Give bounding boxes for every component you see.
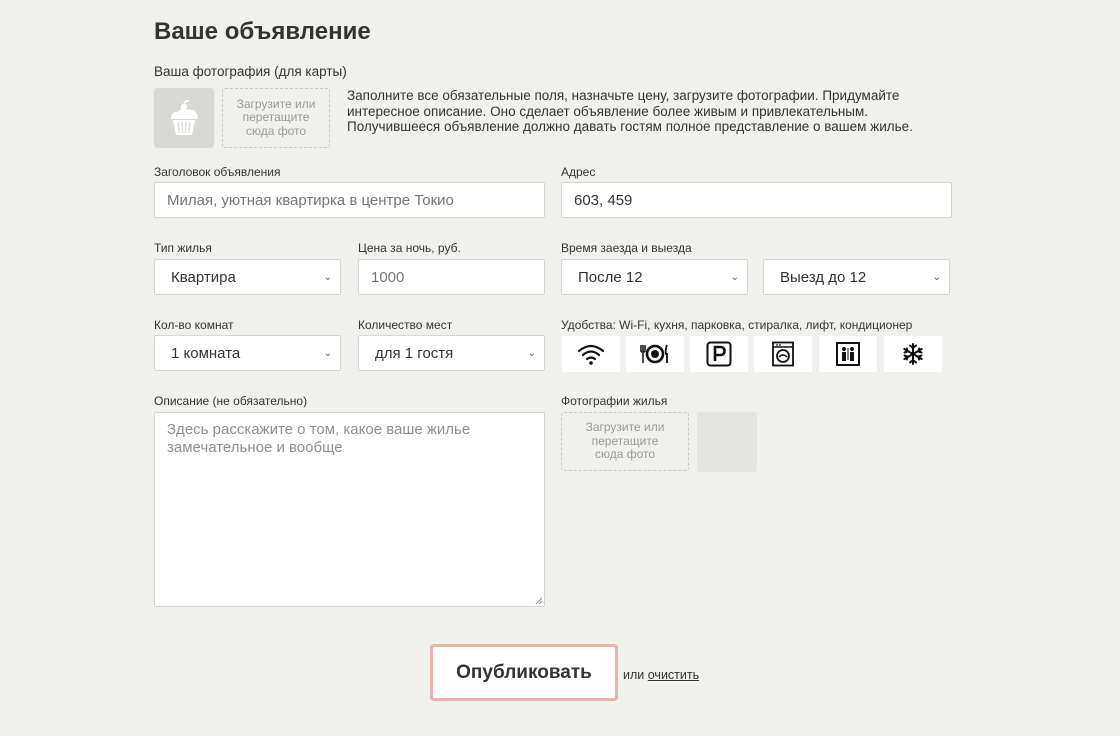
guests-label: Количество мест bbox=[358, 318, 453, 332]
description-textarea[interactable]: Здесь расскажите о том, какое ваше жилье… bbox=[154, 412, 545, 607]
chevron-down-icon: ⌄ bbox=[730, 271, 739, 283]
parking-icon bbox=[706, 341, 732, 367]
checkin-checkout-label: Время заезда и выезда bbox=[561, 241, 692, 255]
checkin-value: После 12 bbox=[578, 268, 643, 286]
listing-title-input[interactable] bbox=[154, 182, 545, 218]
housing-type-value: Квартира bbox=[171, 268, 236, 286]
description-label: Описание (не обязательно) bbox=[154, 394, 308, 408]
dishwasher-icon bbox=[640, 344, 668, 364]
description-placeholder: Здесь расскажите о том, какое ваше жилье… bbox=[167, 421, 471, 456]
photos-upload-text: Загрузите или перетащите сюда фото bbox=[585, 420, 665, 462]
housing-type-select[interactable]: Квартира ⌄ bbox=[154, 259, 341, 295]
housing-type-label: Тип жилья bbox=[154, 241, 212, 255]
avatar-label: Ваша фотография (для карты) bbox=[154, 64, 347, 79]
washer-icon bbox=[772, 341, 794, 367]
photos-upload-dropzone[interactable]: Загрузите или перетащите сюда фото bbox=[561, 412, 689, 471]
publish-button[interactable]: Опубликовать bbox=[430, 644, 618, 701]
price-input[interactable] bbox=[358, 259, 545, 295]
page-title: Ваше объявление bbox=[154, 18, 371, 45]
resize-handle-icon[interactable] bbox=[535, 597, 543, 605]
photos-label: Фотографии жилья bbox=[561, 394, 668, 408]
avatar-preview bbox=[154, 88, 214, 148]
features-label: Удобства: Wi-Fi, кухня, парковка, стирал… bbox=[561, 318, 913, 332]
address-value: 603, 459 bbox=[574, 191, 633, 209]
or-text: или bbox=[623, 668, 645, 682]
address-input[interactable]: 603, 459 bbox=[561, 182, 952, 218]
clear-link[interactable]: очистить bbox=[648, 668, 699, 682]
feature-washer[interactable] bbox=[754, 336, 812, 372]
rooms-value: 1 комната bbox=[171, 344, 241, 362]
clear-hint: или очистить bbox=[623, 668, 699, 682]
checkout-value: Выезд до 12 bbox=[780, 268, 867, 286]
conditioner-icon bbox=[903, 343, 923, 365]
chevron-down-icon: ⌄ bbox=[323, 271, 332, 283]
chevron-down-icon: ⌄ bbox=[527, 347, 536, 359]
rooms-label: Кол-во комнат bbox=[154, 318, 234, 332]
avatar-upload-text: Загрузите или перетащите сюда фото bbox=[236, 96, 316, 138]
feature-dishwasher[interactable] bbox=[626, 336, 684, 372]
checkout-select[interactable]: Выезд до 12 ⌄ bbox=[763, 259, 950, 295]
rooms-select[interactable]: 1 комната ⌄ bbox=[154, 335, 341, 371]
feature-parking[interactable] bbox=[690, 336, 748, 372]
avatar-upload-dropzone[interactable]: Загрузите или перетащите сюда фото bbox=[222, 88, 330, 148]
chevron-down-icon: ⌄ bbox=[323, 347, 332, 359]
price-label: Цена за ночь, руб. bbox=[358, 241, 461, 255]
elevator-icon bbox=[836, 342, 860, 366]
checkin-select[interactable]: После 12 ⌄ bbox=[561, 259, 748, 295]
address-label: Адрес bbox=[561, 165, 596, 179]
feature-elevator[interactable] bbox=[819, 336, 877, 372]
photo-thumbnail bbox=[697, 412, 757, 472]
listing-title-label: Заголовок объявления bbox=[154, 165, 281, 179]
guests-value: для 1 гостя bbox=[375, 344, 454, 362]
guests-select[interactable]: для 1 гостя ⌄ bbox=[358, 335, 545, 371]
feature-wifi[interactable] bbox=[562, 336, 620, 372]
chevron-down-icon: ⌄ bbox=[932, 271, 941, 283]
form-hint: Заполните все обязательные поля, назначь… bbox=[347, 88, 913, 134]
cupcake-icon bbox=[171, 99, 198, 135]
feature-conditioner[interactable] bbox=[884, 336, 942, 372]
wifi-icon bbox=[577, 344, 605, 365]
